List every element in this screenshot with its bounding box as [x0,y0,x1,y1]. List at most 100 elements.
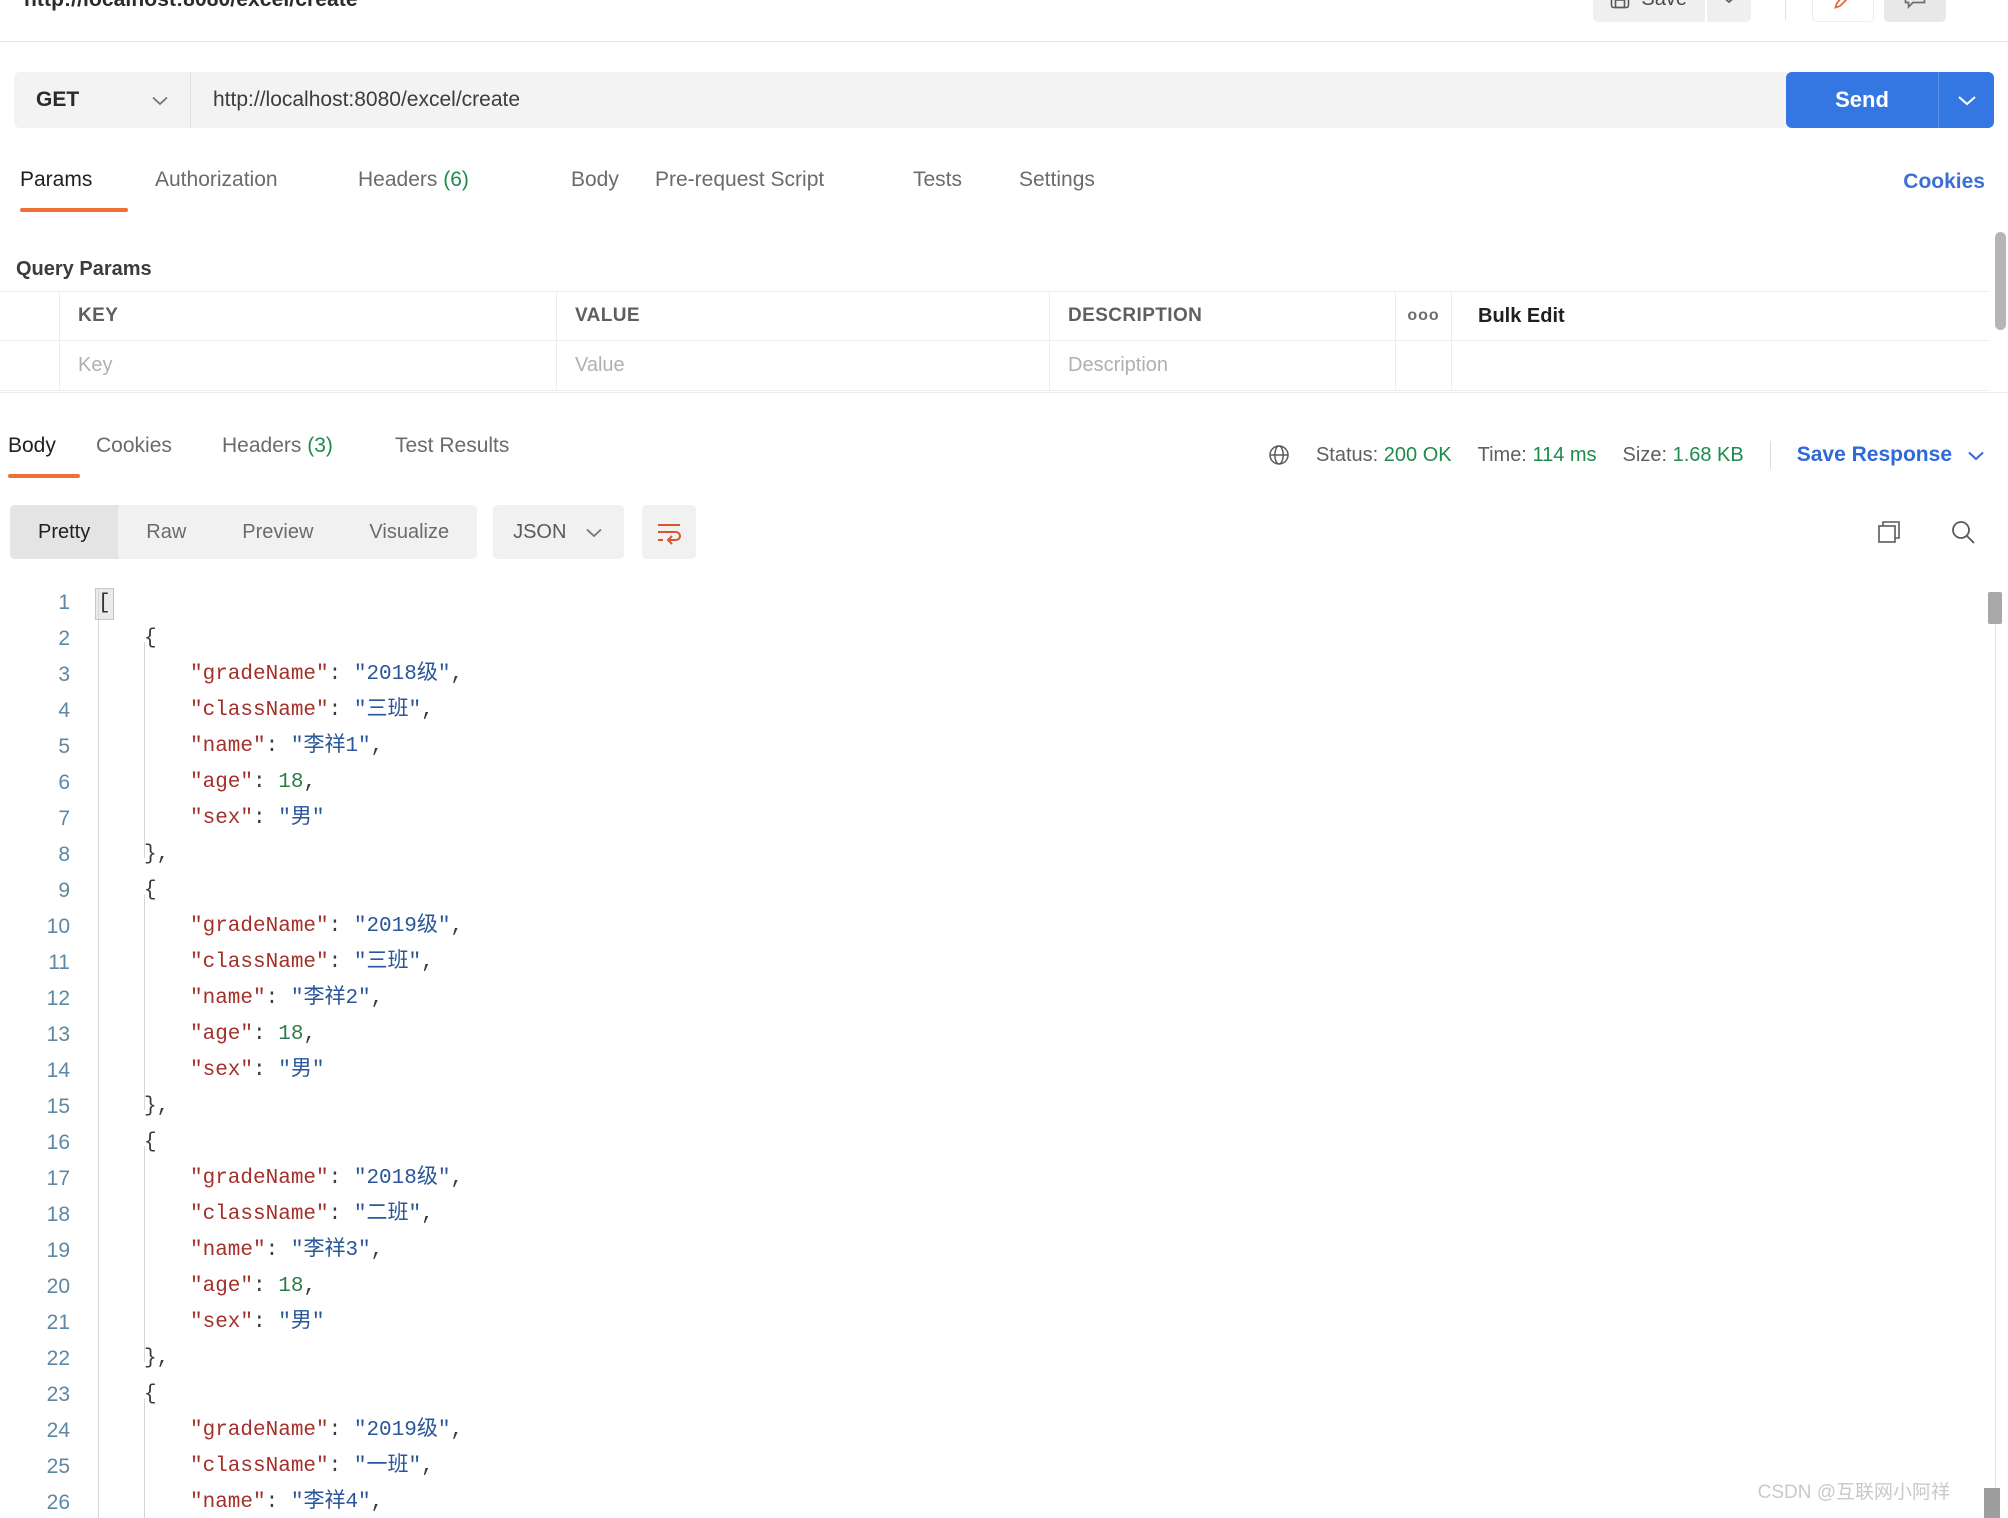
response-tab-cookies[interactable]: Cookies [96,434,172,486]
more-options-icon: ooo [1407,307,1440,324]
code-line: 10 "gradeName": "2019级", [0,912,2008,948]
column-header-key: KEY [60,292,557,340]
code-line: 17 "gradeName": "2018级", [0,1164,2008,1200]
param-key-input[interactable]: Key [60,341,557,390]
json-punct: : [253,807,279,830]
globe-icon [1264,440,1294,470]
code-text: "age": 18, [84,1020,316,1050]
line-number: 15 [46,1095,70,1118]
request-pane-scrollbar[interactable] [1995,232,2006,330]
bulk-edit-label: Bulk Edit [1478,304,1565,327]
tab-authorization[interactable]: Authorization [155,168,278,220]
response-body-code[interactable]: 1[2{3 "gradeName": "2018级", 4 "className": … [0,588,2008,1518]
code-text: "gradeName": "2018级", [84,1164,463,1194]
view-mode-raw[interactable]: Raw [118,505,214,559]
view-mode-segmented-control: Pretty Raw Preview Visualize [10,505,478,559]
code-line: 26 "name": "李祥4", [0,1488,2008,1518]
json-string: "二班" [353,1203,422,1226]
header-checkbox-cell [0,292,60,340]
http-method-select[interactable]: GET [14,72,190,128]
view-mode-pretty[interactable]: Pretty [10,505,119,559]
code-line: 2{ [0,624,2008,660]
toolbar-divider [1785,0,1786,20]
json-string: "2019级" [353,1419,451,1442]
size-value: 1.68 KB [1672,443,1744,466]
json-string: "男" [278,1311,325,1334]
word-wrap-toggle[interactable] [642,505,697,559]
code-text: "className": "二班", [84,1200,434,1230]
tab-label: Authorization [155,168,278,191]
json-punct: }, [144,843,170,866]
request-url-input[interactable]: http://localhost:8080/excel/create [191,72,1994,128]
time-value: 114 ms [1532,443,1597,466]
line-number: 17 [46,1167,70,1190]
json-key: "sex" [190,1311,254,1334]
line-number: 16 [46,1131,70,1154]
send-button[interactable]: Send [1786,72,1938,128]
param-value-input[interactable]: Value [557,341,1050,390]
tab-body[interactable]: Body [571,168,619,220]
response-tab-body[interactable]: Body [8,434,56,486]
json-punct: : [328,1455,354,1478]
view-mode-preview[interactable]: Preview [214,505,341,559]
response-view-toolbar: Pretty Raw Preview Visualize JSON [10,505,697,559]
json-punct: { [144,1383,157,1406]
top-action-bar: http://localhost:8080/excel/create Save [0,0,2008,42]
line-number: 21 [46,1311,70,1334]
send-options-button[interactable] [1938,72,1994,128]
save-button-label: Save [1641,0,1687,11]
table-options-button[interactable]: ooo [1396,292,1452,340]
json-string: "男" [278,807,325,830]
response-tab-test-results[interactable]: Test Results [395,434,509,486]
json-punct: , [303,1275,317,1298]
json-punct: : [253,1275,279,1298]
json-punct: : [328,915,354,938]
json-key: "name" [190,1491,266,1514]
indent-guide [144,642,145,858]
json-punct: , [421,1203,434,1226]
tab-label: Cookies [96,434,172,457]
param-description-input[interactable]: Description [1050,341,1396,390]
row-checkbox-cell[interactable] [0,341,60,390]
table-row[interactable]: Key Value Description [0,341,1988,391]
save-response-button[interactable]: Save Response [1797,443,1986,467]
status-label: Status: [1315,443,1379,466]
tab-tests[interactable]: Tests [913,168,962,220]
comments-button[interactable] [1884,0,1946,22]
json-punct: : [328,1203,354,1226]
json-punct: { [144,879,157,902]
json-key: "gradeName" [190,1419,329,1442]
save-button[interactable]: Save [1593,0,1705,22]
tab-settings[interactable]: Settings [1019,168,1095,220]
bulk-edit-button[interactable]: Bulk Edit [1452,292,1988,340]
json-key: "name" [190,735,266,758]
edit-request-button[interactable] [1812,0,1874,22]
tab-headers[interactable]: Headers (6) [358,168,469,220]
tab-label: Params [20,168,93,191]
json-string: "2019级" [353,915,451,938]
chevron-down-icon [1966,449,1986,462]
save-options-button[interactable] [1707,0,1751,22]
cookies-link[interactable]: Cookies [1903,170,1985,194]
response-body-scrollbar-thumb[interactable] [1988,592,2002,624]
code-text: "age": 18, [84,1272,316,1302]
code-text: "className": "一班", [84,1452,434,1482]
response-tab-bar: Body Cookies Headers (3) Test Results [0,434,1300,486]
json-key: "name" [190,1239,266,1262]
tab-pre-request-script[interactable]: Pre-request Script [655,168,824,220]
copy-icon[interactable] [1874,517,1904,547]
view-mode-visualize[interactable]: Visualize [341,505,477,559]
code-line: 18 "className": "二班", [0,1200,2008,1236]
search-icon[interactable] [1948,517,1978,547]
tab-params[interactable]: Params [20,168,92,220]
json-punct: : [253,1311,279,1334]
response-format-select[interactable]: JSON [493,505,625,559]
line-number: 24 [46,1419,70,1442]
json-key: "age" [190,771,254,794]
line-number: 11 [48,951,70,974]
line-number: 1 [58,591,70,614]
time-indicator: Time: 114 ms [1478,444,1597,467]
postman-window: http://localhost:8080/excel/create Save [0,0,2008,1518]
code-text: }, [84,1092,169,1122]
response-tab-headers[interactable]: Headers (3) [222,434,333,486]
